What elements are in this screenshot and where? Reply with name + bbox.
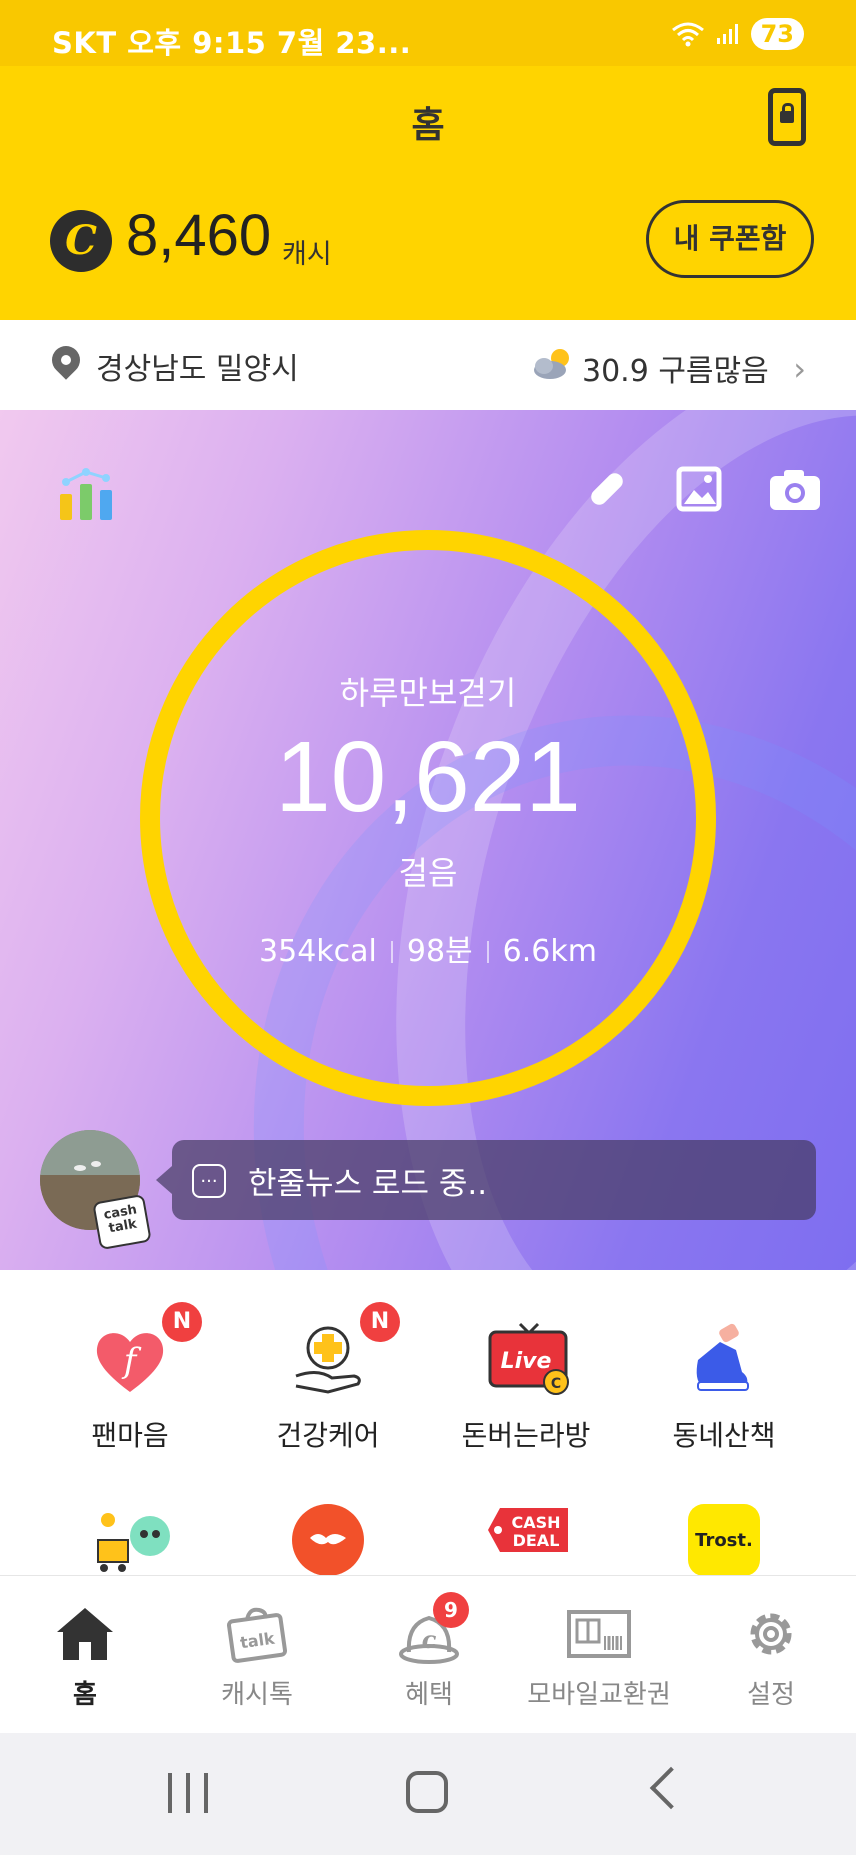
location-name: 경상남도 밀양시	[96, 352, 299, 387]
hero-action-icons	[584, 466, 820, 512]
minutes-value: 98분	[406, 934, 473, 969]
chevron-right-icon[interactable]: ›	[793, 350, 806, 388]
cashtalk-badge: cash talk	[92, 1193, 152, 1251]
menu-item-label: 동네산책	[672, 1419, 776, 1452]
cash-deal-line2: DEAL	[513, 1531, 560, 1550]
nav-label: 모바일교환권	[527, 1680, 671, 1710]
menu-item-health-care[interactable]: N 건강케어	[228, 1302, 428, 1454]
nav-home[interactable]: 홈	[0, 1604, 170, 1711]
trost-icon: Trost.	[688, 1504, 760, 1576]
nav-label: 캐시톡	[221, 1680, 293, 1710]
cash-deal-line1: CASH	[511, 1513, 560, 1532]
live-tv-icon: Live C	[488, 1322, 569, 1395]
step-unit: 걸음	[398, 854, 458, 892]
nav-label: 홈	[73, 1680, 97, 1710]
mascot-cart-icon	[97, 1513, 170, 1572]
menu-item-trost[interactable]: Trost.	[624, 1500, 824, 1580]
menu-item-live-shopping[interactable]: Live C 돈버는라방	[426, 1320, 626, 1454]
svg-text:c: c	[422, 1625, 437, 1654]
gift-voucher-icon	[567, 1610, 631, 1658]
sneaker-icon	[696, 1323, 749, 1391]
my-coupon-button[interactable]: 내 쿠폰함	[646, 200, 814, 278]
battery-indicator: 73	[750, 18, 804, 50]
health-hand-icon	[295, 1326, 361, 1394]
menu-item-mascot[interactable]	[30, 1500, 230, 1580]
news-ticker[interactable]: ... 한줄뉴스 로드 중..	[156, 1140, 816, 1220]
home-icon	[57, 1608, 113, 1660]
status-icons: 73	[671, 18, 804, 50]
trost-label: Trost.	[695, 1530, 753, 1551]
camera-icon[interactable]	[768, 466, 820, 512]
menu-item-orange[interactable]	[228, 1500, 428, 1580]
system-home-button[interactable]	[406, 1771, 448, 1813]
nav-label: 혜택	[405, 1680, 453, 1710]
weather-text: 30.9 구름많음	[582, 354, 769, 389]
menu-item-cash-deal[interactable]: CASH DEAL	[426, 1500, 626, 1580]
new-badge: N	[360, 1302, 400, 1342]
menu-item-fan-heart[interactable]: f N 팬마음	[30, 1302, 230, 1454]
heart-icon: f	[96, 1333, 164, 1392]
svg-text:Live: Live	[501, 1349, 552, 1374]
orange-mask-icon	[292, 1504, 364, 1576]
signal-icon	[716, 24, 738, 44]
wifi-icon	[671, 22, 704, 47]
stats-chart-icon[interactable]	[56, 464, 116, 524]
pedometer-panel: 하루만보걷기 10,621 걸음 354kcal 98분 6.6km cash ta…	[0, 410, 856, 1270]
nav-mobile-voucher[interactable]: 모바일교환권	[514, 1604, 684, 1711]
talk-bag-icon: talk	[226, 1607, 288, 1663]
cash-unit: 캐시	[282, 239, 332, 270]
partly-cloudy-icon	[534, 349, 569, 379]
menu-item-label: 팬마음	[91, 1419, 169, 1452]
cash-deal-tag-icon: CASH DEAL	[488, 1508, 568, 1552]
system-back-button[interactable]	[649, 1766, 693, 1810]
lock-screen-icon[interactable]	[768, 88, 806, 146]
chat-icon: ...	[192, 1164, 226, 1198]
pill-icon[interactable]	[584, 466, 630, 512]
bottom-navigation: 홈 talk 캐시톡 c 9 혜택 모바일교환권 설정	[0, 1575, 856, 1733]
cash-coin-icon: C	[50, 210, 112, 272]
nav-benefits[interactable]: c 9 혜택	[344, 1592, 514, 1711]
pedometer-label: 하루만보걷기	[339, 674, 517, 712]
nav-settings[interactable]: 설정	[686, 1604, 856, 1711]
notification-badge: 9	[433, 1592, 469, 1628]
status-carrier-time: SKT 오후 9:15 7월 23...	[52, 26, 412, 60]
step-count: 10,621	[275, 721, 581, 833]
gear-icon	[750, 1613, 792, 1655]
cashtalk-badge-talk: talk	[107, 1216, 138, 1237]
nav-label: 설정	[747, 1680, 795, 1710]
page-title: 홈	[411, 105, 445, 146]
menu-item-label: 돈버는라방	[461, 1419, 591, 1452]
new-badge: N	[162, 1302, 202, 1342]
nav-cashtalk[interactable]: talk 캐시톡	[172, 1604, 342, 1711]
system-navigation-bar	[0, 1733, 856, 1855]
menu-item-neighborhood-walk[interactable]: 동네산책	[624, 1320, 824, 1454]
recent-apps-button[interactable]	[168, 1773, 208, 1813]
svg-text:C: C	[551, 1376, 561, 1392]
calories-value: 354kcal	[259, 934, 377, 969]
menu-item-label: 건강케어	[276, 1419, 380, 1452]
service-menu: f N 팬마음 N 건강케어 Live C 돈버는라방 동네산책 CASH DE…	[0, 1270, 856, 1576]
activity-summary: 354kcal 98분 6.6km	[0, 926, 856, 970]
news-text: 한줄뉴스 로드 중..	[248, 1166, 488, 1202]
image-icon[interactable]	[676, 466, 722, 512]
cash-balance[interactable]: 8,460	[126, 202, 271, 269]
status-bar: SKT 오후 9:15 7월 23... 73	[0, 0, 856, 66]
svg-text:talk: talk	[239, 1629, 276, 1653]
distance-value: 6.6km	[502, 934, 597, 969]
